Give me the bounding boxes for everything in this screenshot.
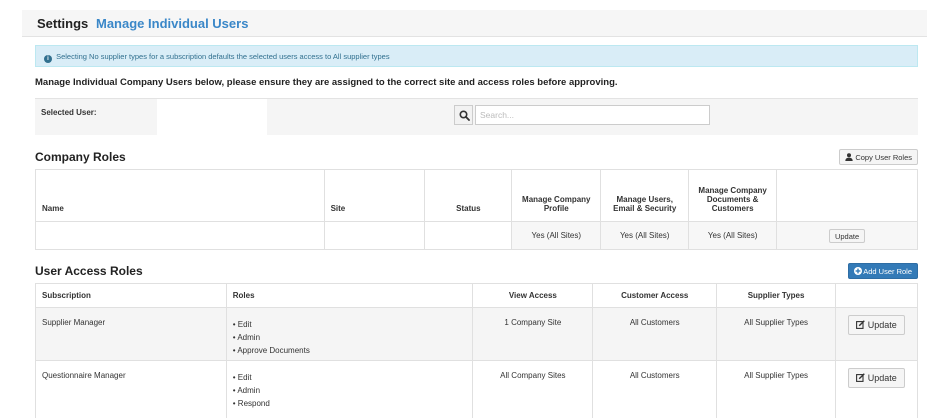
- supplier-types-cell: All Supplier Types: [716, 360, 836, 418]
- column-header: Name: [35, 169, 325, 222]
- info-alert-text: Selecting No supplier types for a subscr…: [56, 52, 390, 61]
- info-circle-icon: i: [44, 55, 52, 63]
- view-access-cell: 1 Company Site: [472, 307, 594, 361]
- column-header: [776, 169, 918, 222]
- search-input[interactable]: [475, 105, 710, 125]
- section-title: Settings: [37, 16, 89, 31]
- info-alert: i Selecting No supplier types for a subs…: [35, 45, 918, 67]
- role-status-cell: [424, 221, 513, 250]
- table-row: Yes (All Sites) Yes (All Sites) Yes (All…: [35, 221, 918, 250]
- edit-icon: [856, 373, 866, 382]
- copy-user-roles-label: Copy User Roles: [855, 153, 912, 162]
- column-header: View Access: [472, 283, 594, 308]
- manage-users-cell: Yes (All Sites): [600, 221, 690, 250]
- user-icon: [845, 153, 853, 161]
- supplier-types-cell: All Supplier Types: [716, 307, 836, 361]
- role-site-cell: [323, 221, 426, 250]
- role-item: • Approve Documents: [232, 346, 310, 355]
- update-cell: Update: [835, 307, 918, 361]
- update-access-role-button[interactable]: Update: [848, 368, 905, 388]
- table-header-row: Name Site Status Manage Company Profile …: [35, 169, 918, 222]
- role-item: • Edit: [232, 373, 252, 382]
- role-item: • Respond: [232, 399, 270, 408]
- update-label: Update: [867, 373, 897, 383]
- role-item: • Admin: [232, 333, 261, 342]
- column-header: Supplier Types: [716, 283, 836, 308]
- selected-user-value: [157, 99, 267, 136]
- column-header: Customer Access: [592, 283, 718, 308]
- page-title[interactable]: Manage Individual Users: [96, 16, 248, 31]
- column-header: [835, 283, 918, 308]
- update-cell: Update: [835, 360, 918, 418]
- table-row: Questionnaire Manager • Edit • Admin • R…: [35, 360, 918, 418]
- company-roles-title: Company Roles: [35, 150, 126, 164]
- customer-access-cell: All Customers: [592, 360, 718, 418]
- plus-circle-icon: [853, 267, 862, 275]
- table-header-row: Subscription Roles View Access Customer …: [35, 283, 918, 308]
- view-access-cell: All Company Sites: [472, 360, 594, 418]
- copy-user-roles-button[interactable]: Copy User Roles: [839, 149, 918, 165]
- user-access-roles-table: Subscription Roles View Access Customer …: [35, 283, 918, 418]
- role-item: • Edit: [232, 320, 252, 329]
- intro-text: Manage Individual Company Users below, p…: [35, 77, 618, 88]
- column-header: Status: [424, 169, 513, 222]
- column-header: Manage Users, Email & Security: [600, 169, 690, 222]
- manage-company-profile-cell: Yes (All Sites): [511, 221, 602, 250]
- update-label: Update: [867, 320, 897, 330]
- column-header: Manage Company Profile: [511, 169, 602, 222]
- role-item: • Admin: [232, 386, 261, 395]
- company-roles-table: Name Site Status Manage Company Profile …: [35, 169, 918, 250]
- page-header: Settings Manage Individual Users: [22, 10, 927, 37]
- add-user-role-label: Add User Role: [863, 267, 912, 276]
- edit-icon: [856, 320, 866, 329]
- customer-access-cell: All Customers: [592, 307, 718, 361]
- user-access-roles-title: User Access Roles: [35, 264, 143, 278]
- roles-cell: • Edit • Admin • Approve Documents: [225, 307, 474, 361]
- column-header: Roles: [225, 283, 474, 308]
- search-button[interactable]: [454, 105, 473, 125]
- subscription-cell: Questionnaire Manager: [35, 360, 227, 418]
- subscription-cell: Supplier Manager: [35, 307, 227, 361]
- manage-documents-cell: Yes (All Sites): [688, 221, 778, 250]
- column-header: Site: [323, 169, 426, 222]
- search-icon: [459, 110, 470, 121]
- column-header: Manage Company Documents & Customers: [688, 169, 778, 222]
- role-name-cell: [35, 221, 325, 250]
- update-access-role-button[interactable]: Update: [848, 315, 905, 335]
- update-company-role-button[interactable]: Update: [828, 228, 866, 243]
- add-user-role-button[interactable]: Add User Role: [847, 263, 918, 279]
- update-cell: Update: [776, 221, 918, 250]
- roles-cell: • Edit • Admin • Respond: [225, 360, 474, 418]
- selected-user-label: Selected User:: [41, 108, 97, 117]
- table-row: Supplier Manager • Edit • Admin • Approv…: [35, 307, 918, 361]
- column-header: Subscription: [35, 283, 227, 308]
